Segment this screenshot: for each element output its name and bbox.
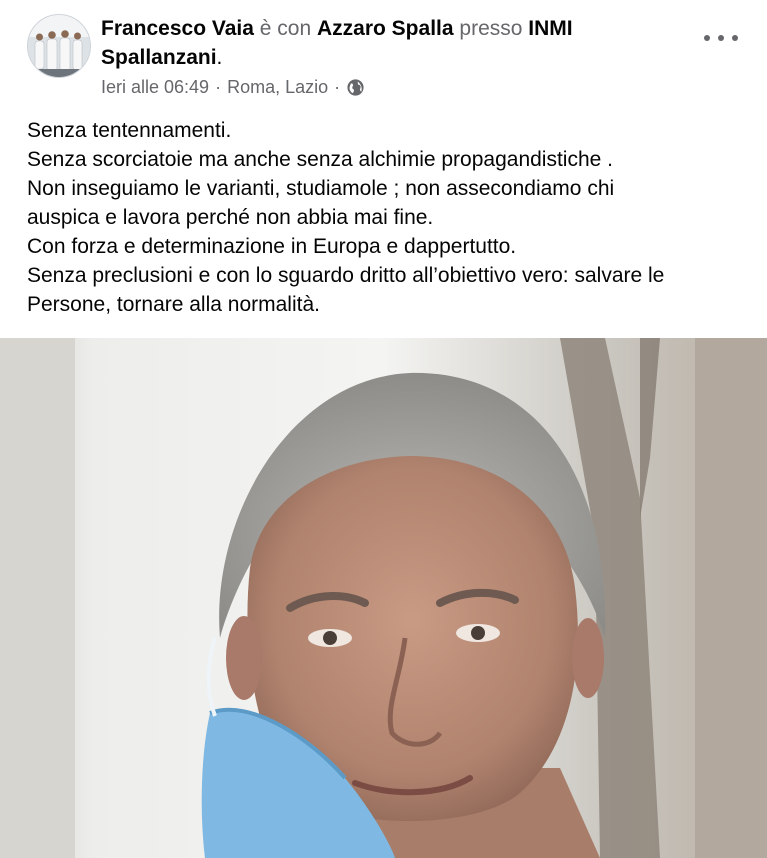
avatar-image [28, 15, 90, 77]
author-name[interactable]: Francesco Vaia [101, 17, 254, 40]
post-photo[interactable] [0, 338, 767, 858]
meta-separator: · [215, 77, 222, 97]
place-suffix: . [216, 46, 223, 69]
post-text-line: Con forza e determinazione in Europa e d… [27, 235, 517, 258]
author-avatar[interactable] [27, 14, 91, 78]
post-title-line: Francesco Vaia è con Azzaro Spalla press… [101, 14, 681, 72]
place-name-line2[interactable]: Spallanzani [101, 46, 217, 69]
post-text-line: Senza scorciatoie ma anche senza alchimi… [27, 148, 614, 171]
post-timestamp[interactable]: Ieri alle 06:49 [101, 77, 209, 98]
post-text-line: Persone, tornare alla normalità. [27, 293, 320, 316]
more-options-icon[interactable] [704, 26, 738, 50]
post-location[interactable]: Roma, Lazio [227, 77, 328, 98]
more-dot [704, 35, 710, 41]
post-meta: Ieri alle 06:49 · Roma, Lazio · [101, 77, 365, 98]
globe-icon[interactable] [346, 78, 365, 97]
post-text-line: Non inseguiamo le varianti, studiamole ;… [27, 177, 615, 200]
place-name-line1[interactable]: INMI [528, 17, 572, 40]
post-text-line: Senza tentennamenti. [27, 119, 232, 142]
post-text-line: Senza preclusioni e con lo sguardo dritt… [27, 264, 665, 287]
post-text-line: auspica e lavora perché non abbia mai fi… [27, 206, 434, 229]
with-word: è con [259, 17, 312, 40]
post-header: Francesco Vaia è con Azzaro Spalla press… [0, 0, 767, 110]
more-dot [718, 35, 724, 41]
at-word: presso [459, 17, 523, 40]
portrait-image [0, 338, 767, 858]
post-text: Senza tentennamenti. Senza scorciatoie m… [27, 116, 757, 319]
tagged-person[interactable]: Azzaro Spalla [317, 17, 454, 40]
more-dot [732, 35, 738, 41]
meta-separator: · [334, 77, 341, 97]
